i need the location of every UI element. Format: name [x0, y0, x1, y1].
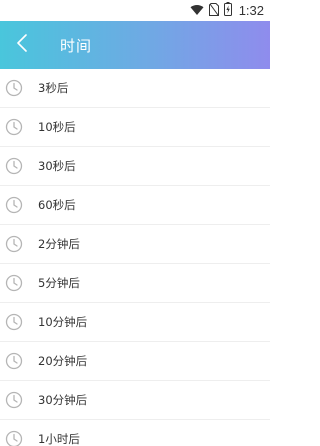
- clock-icon: [5, 430, 23, 446]
- list-item[interactable]: 10分钟后: [0, 303, 270, 342]
- battery-charging-icon: [223, 1, 232, 20]
- clock-icon: [5, 196, 23, 214]
- list-item-label: 5分钟后: [38, 276, 80, 290]
- list-item-label: 3秒后: [38, 81, 69, 95]
- time-option-list: 3秒后 10秒后 30秒后 60秒后 2分钟后 5分钟后 10分钟后 20分钟后…: [0, 69, 270, 446]
- clock-icon: [5, 352, 23, 370]
- list-item[interactable]: 10秒后: [0, 108, 270, 147]
- status-icons: 1:32: [190, 1, 264, 20]
- list-item-label: 2分钟后: [38, 237, 80, 251]
- status-bar: 1:32: [0, 0, 270, 21]
- page-title: 时间: [60, 36, 93, 55]
- clock-icon: [5, 118, 23, 136]
- list-item[interactable]: 5分钟后: [0, 264, 270, 303]
- list-item-label: 30秒后: [38, 159, 76, 173]
- back-button[interactable]: [0, 21, 44, 69]
- list-item-label: 60秒后: [38, 198, 76, 212]
- list-item[interactable]: 30秒后: [0, 147, 270, 186]
- clock-icon: [5, 235, 23, 253]
- status-time: 1:32: [238, 3, 264, 18]
- clock-icon: [5, 157, 23, 175]
- clock-icon: [5, 313, 23, 331]
- chevron-left-icon: [16, 34, 28, 56]
- list-item-label: 30分钟后: [38, 393, 88, 407]
- list-item-label: 20分钟后: [38, 354, 88, 368]
- list-item-label: 10分钟后: [38, 315, 88, 329]
- list-item[interactable]: 30分钟后: [0, 381, 270, 420]
- clock-icon: [5, 79, 23, 97]
- list-item[interactable]: 1小时后: [0, 420, 270, 446]
- no-sim-icon: [208, 1, 219, 20]
- list-item[interactable]: 60秒后: [0, 186, 270, 225]
- list-item[interactable]: 3秒后: [0, 69, 270, 108]
- list-item[interactable]: 2分钟后: [0, 225, 270, 264]
- app-bar: 时间: [0, 21, 270, 69]
- list-item-label: 10秒后: [38, 120, 76, 134]
- clock-icon: [5, 391, 23, 409]
- list-item[interactable]: 20分钟后: [0, 342, 270, 381]
- list-item-label: 1小时后: [38, 432, 80, 446]
- wifi-icon: [190, 1, 204, 20]
- clock-icon: [5, 274, 23, 292]
